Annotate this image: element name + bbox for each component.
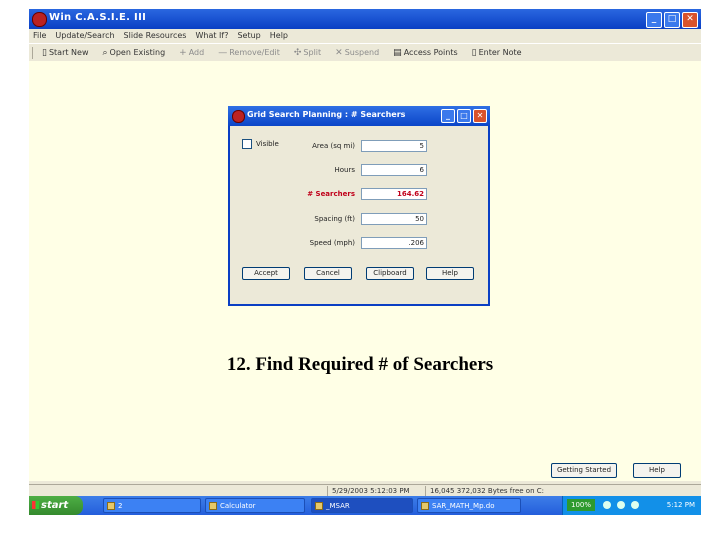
- dialog-window-controls: _ □ ✕: [441, 109, 487, 123]
- antivirus-icon[interactable]: [631, 501, 639, 509]
- calculator-icon: [209, 502, 217, 510]
- clock[interactable]: 5:12 PM: [667, 499, 695, 511]
- taskbar-item-calculator[interactable]: Calculator: [205, 498, 305, 513]
- note-icon: ▯: [471, 47, 477, 58]
- start-new-button[interactable]: ▯ Start New: [42, 48, 89, 58]
- menu-slide-resources[interactable]: Slide Resources: [124, 29, 187, 43]
- printer-icon: ▤: [393, 47, 402, 58]
- add-button[interactable]: + Add: [179, 48, 204, 58]
- plus-icon: +: [179, 47, 187, 58]
- desktop-screen: Win C.A.S.I.E. III _ □ ✕ File Update/Sea…: [29, 9, 701, 515]
- taskbar-item-2[interactable]: 2: [103, 498, 201, 513]
- main-help-button[interactable]: Help: [633, 463, 681, 478]
- open-existing-button[interactable]: ⌕ Open Existing: [103, 48, 166, 58]
- split-button[interactable]: ✣ Split: [294, 48, 321, 58]
- slide-caption: 12. Find Required # of Searchers: [226, 354, 494, 375]
- menu-setup[interactable]: Setup: [237, 29, 260, 43]
- taskbar-item-msar[interactable]: _MSAR: [311, 498, 413, 513]
- visible-checkbox[interactable]: [242, 139, 252, 149]
- spacing-input[interactable]: 50: [361, 213, 427, 225]
- speed-input[interactable]: .206: [361, 237, 427, 249]
- open-folder-icon: ⌕: [102, 47, 108, 58]
- windows-logo-icon: [32, 501, 39, 509]
- open-existing-label: Open Existing: [109, 48, 166, 57]
- taskbar-item-sar-math[interactable]: SAR_MATH_Mp.do: [417, 498, 521, 513]
- remove-edit-label: Remove/Edit: [229, 48, 280, 57]
- minus-icon: —: [218, 47, 228, 58]
- menu-file[interactable]: File: [33, 29, 46, 43]
- dialog-title: Grid Search Planning : # Searchers: [247, 110, 406, 119]
- add-label: Add: [188, 48, 205, 57]
- start-label: start: [41, 500, 69, 511]
- x-icon: ✕: [335, 47, 343, 58]
- suspend-label: Suspend: [344, 48, 380, 57]
- dialog-minimize-button[interactable]: _: [441, 109, 455, 123]
- menu-what-if[interactable]: What If?: [195, 29, 228, 43]
- dialog-help-button[interactable]: Help: [426, 267, 474, 280]
- hours-label: Hours: [334, 166, 355, 174]
- hours-input[interactable]: 6: [361, 164, 427, 176]
- split-label: Split: [303, 48, 322, 57]
- toolbar: ▯ Start New ⌕ Open Existing + Add — Remo…: [29, 43, 701, 62]
- folder-icon: [315, 502, 323, 510]
- main-window-titlebar[interactable]: Win C.A.S.I.E. III _ □ ✕: [29, 9, 701, 29]
- minimize-button[interactable]: _: [646, 12, 662, 28]
- new-file-icon: ▯: [42, 47, 47, 58]
- status-datetime: 5/29/2003 5:12:03 PM: [327, 486, 410, 496]
- maximize-button[interactable]: □: [664, 12, 680, 28]
- system-tray: 100% 5:12 PM: [562, 496, 701, 515]
- spacing-label: Spacing (ft): [314, 215, 355, 223]
- menu-update-search[interactable]: Update/Search: [55, 29, 114, 43]
- start-new-label: Start New: [48, 48, 89, 57]
- document-icon: [421, 502, 429, 510]
- accept-button[interactable]: Accept: [242, 267, 290, 280]
- zoom-indicator[interactable]: 100%: [567, 499, 595, 511]
- remove-edit-button[interactable]: — Remove/Edit: [218, 48, 280, 58]
- dialog-maximize-button[interactable]: □: [457, 109, 471, 123]
- cancel-button[interactable]: Cancel: [304, 267, 352, 280]
- window-controls: _ □ ✕: [646, 12, 698, 28]
- searchers-label: # Searchers: [307, 190, 355, 198]
- taskbar-item-label: 2: [118, 502, 123, 510]
- start-button[interactable]: start: [29, 496, 83, 515]
- taskbar: start 2 Calculator _MSAR SAR_MATH_Mp.do …: [29, 496, 701, 515]
- close-button[interactable]: ✕: [682, 12, 698, 28]
- workspace-area: Grid Search Planning : # Searchers _ □ ✕…: [29, 61, 701, 481]
- menu-bar: File Update/Search Slide Resources What …: [29, 29, 701, 43]
- status-disk-space: 16,045 372,032 Bytes free on C:: [425, 486, 544, 496]
- clipboard-button[interactable]: Clipboard: [366, 267, 414, 280]
- enter-note-button[interactable]: ▯ Enter Note: [472, 48, 522, 58]
- area-label: Area (sq mi): [312, 142, 355, 150]
- volume-icon[interactable]: [617, 501, 625, 509]
- enter-note-label: Enter Note: [478, 48, 522, 57]
- dialog-close-button[interactable]: ✕: [473, 109, 487, 123]
- menu-help[interactable]: Help: [270, 29, 288, 43]
- dialog-titlebar[interactable]: Grid Search Planning : # Searchers _ □ ✕: [228, 106, 490, 126]
- taskbar-item-label: Calculator: [220, 502, 256, 510]
- app-icon: [32, 12, 47, 27]
- area-input[interactable]: 5: [361, 140, 427, 152]
- access-points-button[interactable]: ▤ Access Points: [393, 48, 457, 58]
- searchers-input[interactable]: 164.62: [361, 188, 427, 200]
- access-points-label: Access Points: [403, 48, 458, 57]
- taskbar-item-label: _MSAR: [326, 502, 350, 510]
- network-icon[interactable]: [603, 501, 611, 509]
- app-group-icon: [107, 502, 115, 510]
- toolbar-separator: [32, 46, 33, 59]
- grid-search-dialog: Grid Search Planning : # Searchers _ □ ✕…: [228, 106, 490, 306]
- dialog-app-icon: [232, 110, 245, 123]
- window-title: Win C.A.S.I.E. III: [49, 12, 147, 23]
- getting-started-button[interactable]: Getting Started: [551, 463, 617, 478]
- taskbar-item-label: SAR_MATH_Mp.do: [432, 502, 495, 510]
- split-icon: ✣: [293, 47, 302, 58]
- suspend-button[interactable]: ✕ Suspend: [335, 48, 379, 58]
- speed-label: Speed (mph): [309, 239, 355, 247]
